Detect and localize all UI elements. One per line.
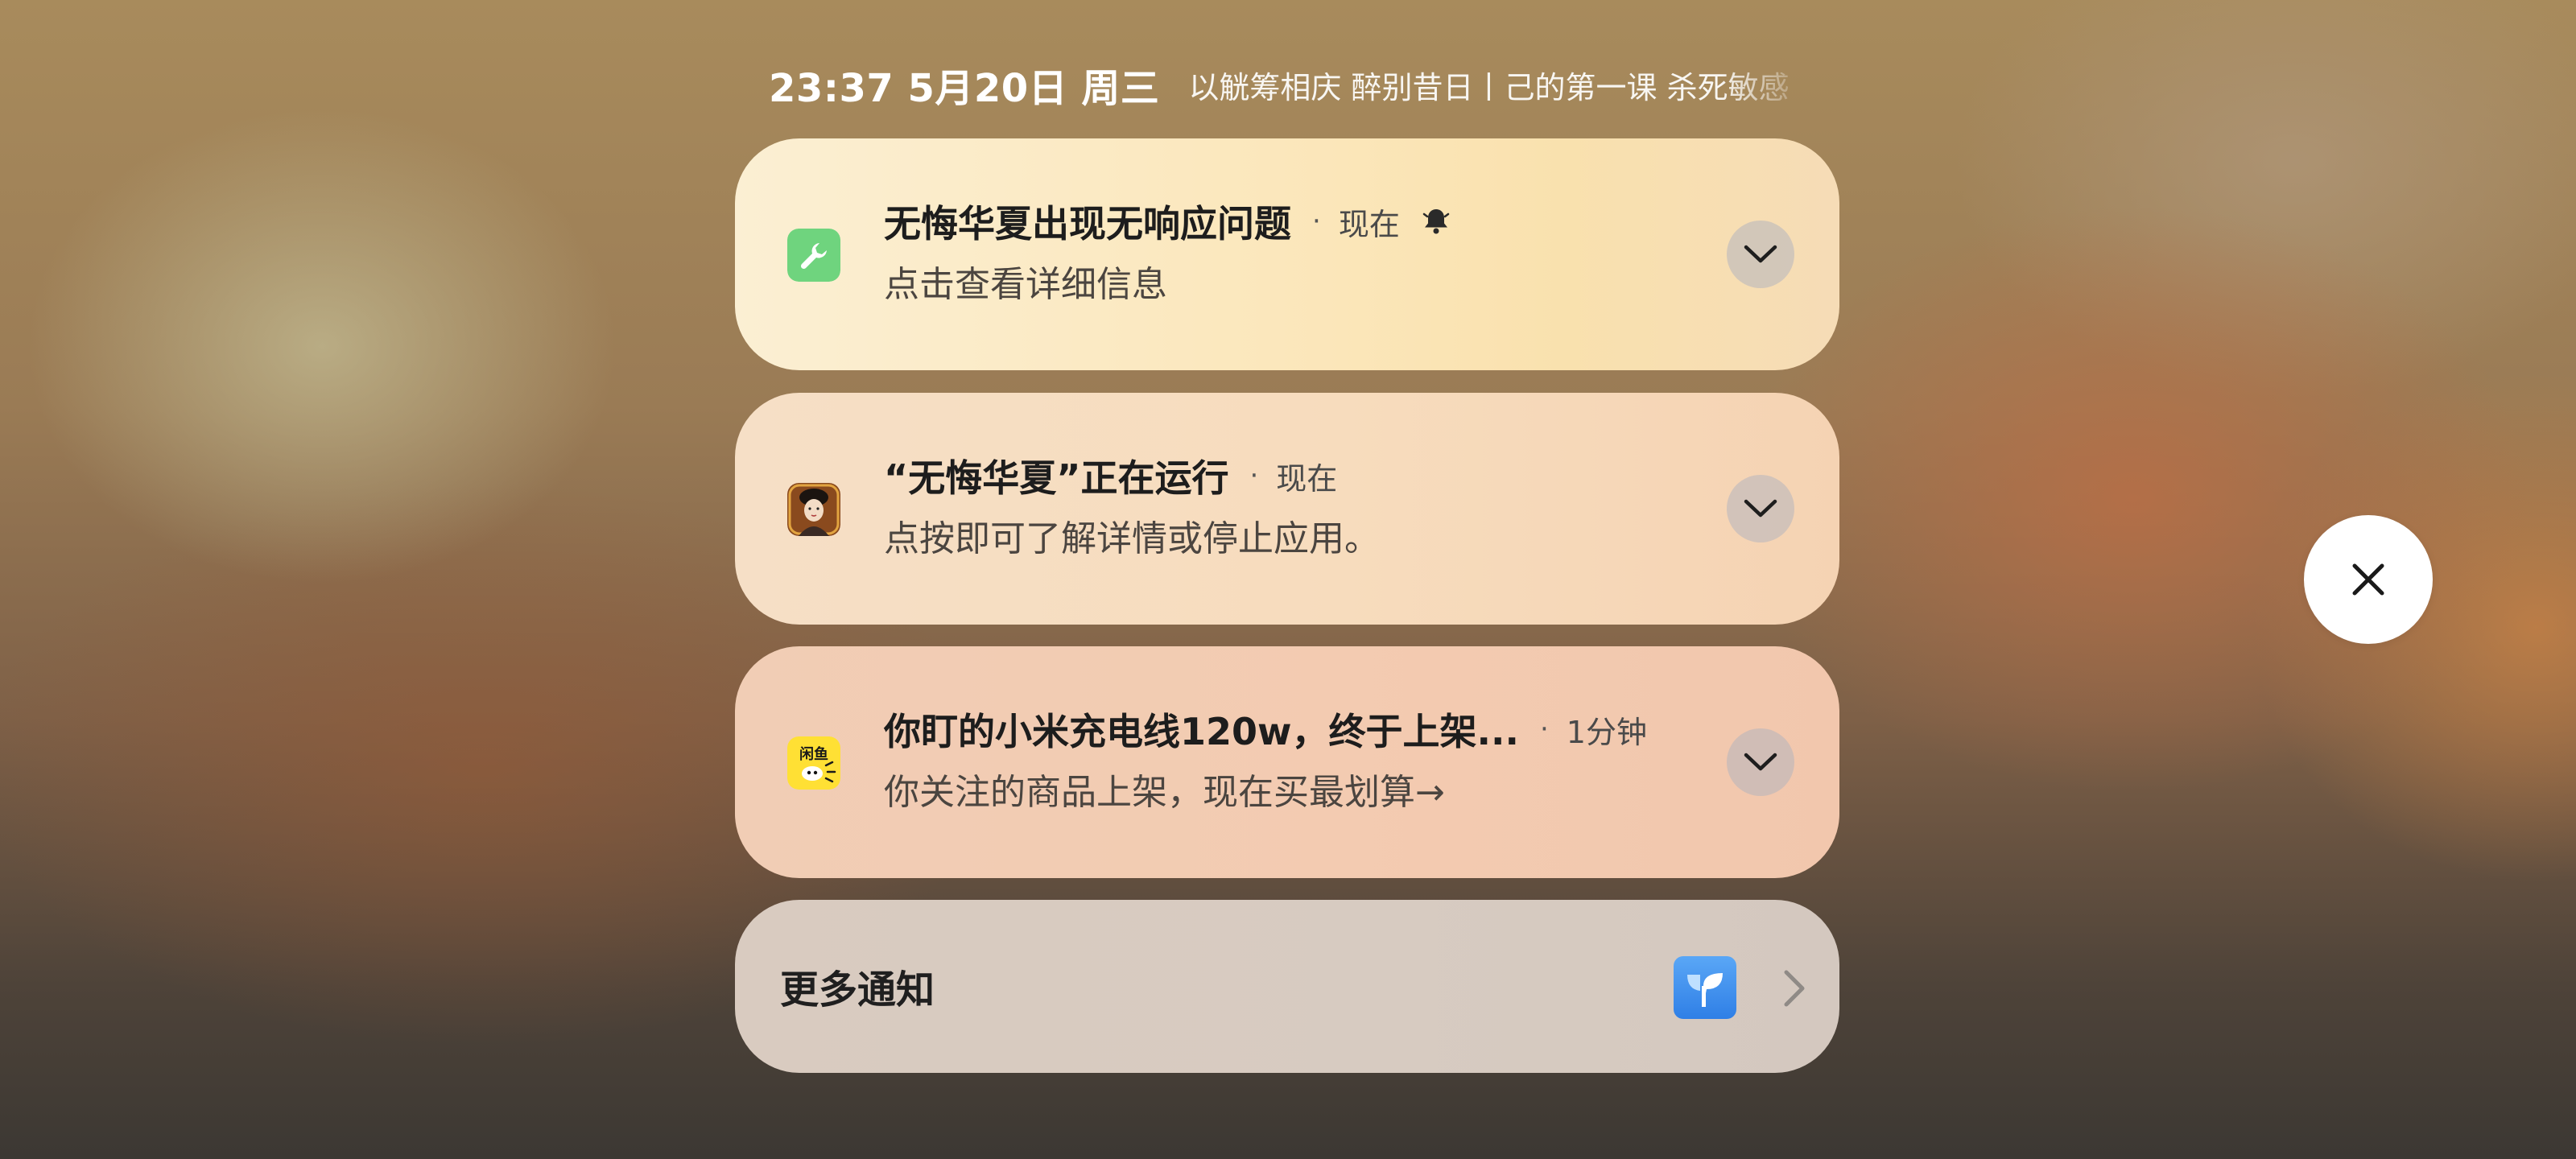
chevron-down-icon [1744,499,1777,518]
separator-dot: · [1249,460,1259,492]
xianyu-icon: 闲鱼 [787,736,840,790]
separator-dot: · [1312,205,1321,237]
notification-time: 1分钟 [1566,714,1647,750]
close-button[interactable] [2304,515,2433,644]
expand-button[interactable] [1727,475,1794,542]
status-bar: 23:37 5月20日 周三 以觥筹相庆 醉别昔日丨己的第一课 杀死敏感 [769,56,1815,113]
notification-card[interactable]: 无悔华夏出现无响应问题 · 现在 点击查看详细信息 [735,138,1839,370]
more-notifications-button[interactable]: 更多通知 [735,900,1839,1073]
notification-time: 现在 [1338,206,1400,242]
game-portrait-icon [787,483,840,536]
sprout-icon [1674,956,1736,1019]
separator-dot: · [1539,713,1549,745]
bell-icon [1422,209,1450,234]
notification-time: 现在 [1276,460,1338,497]
notification-title: 你盯的小米充电线120w，终于上架... [884,710,1519,753]
chevron-down-icon [1744,753,1777,771]
clock-date: 23:37 5月20日 周三 [769,66,1160,111]
notification-body: 点按即可了解详情或停止应用。 [884,518,1380,559]
notification-title: 无悔华夏出现无响应问题 [884,202,1291,245]
more-notifications-label: 更多通知 [780,967,935,1013]
xianyu-icon-text: 闲鱼 [799,745,828,763]
notification-title: “无悔华夏”正在运行 [884,456,1229,500]
notification-card[interactable]: “无悔华夏”正在运行 · 现在 点按即可了解详情或停止应用。 [735,393,1839,625]
news-ticker: 以觥筹相庆 醉别昔日丨己的第一课 杀死敏感 [1188,69,1790,105]
chevron-down-icon [1744,245,1777,263]
close-icon [2352,563,2384,596]
notification-body: 点击查看详细信息 [884,264,1167,305]
wrench-icon [787,229,840,282]
notification-body: 你关注的商品上架，现在买最划算→ [884,772,1445,813]
chevron-right-icon [1784,970,1805,1007]
expand-button[interactable] [1727,728,1794,796]
expand-button[interactable] [1727,221,1794,288]
notification-card[interactable]: 闲鱼 你盯的小米充电线120w，终于上架... · 1分钟 你关注的商品上架，现… [735,646,1839,878]
